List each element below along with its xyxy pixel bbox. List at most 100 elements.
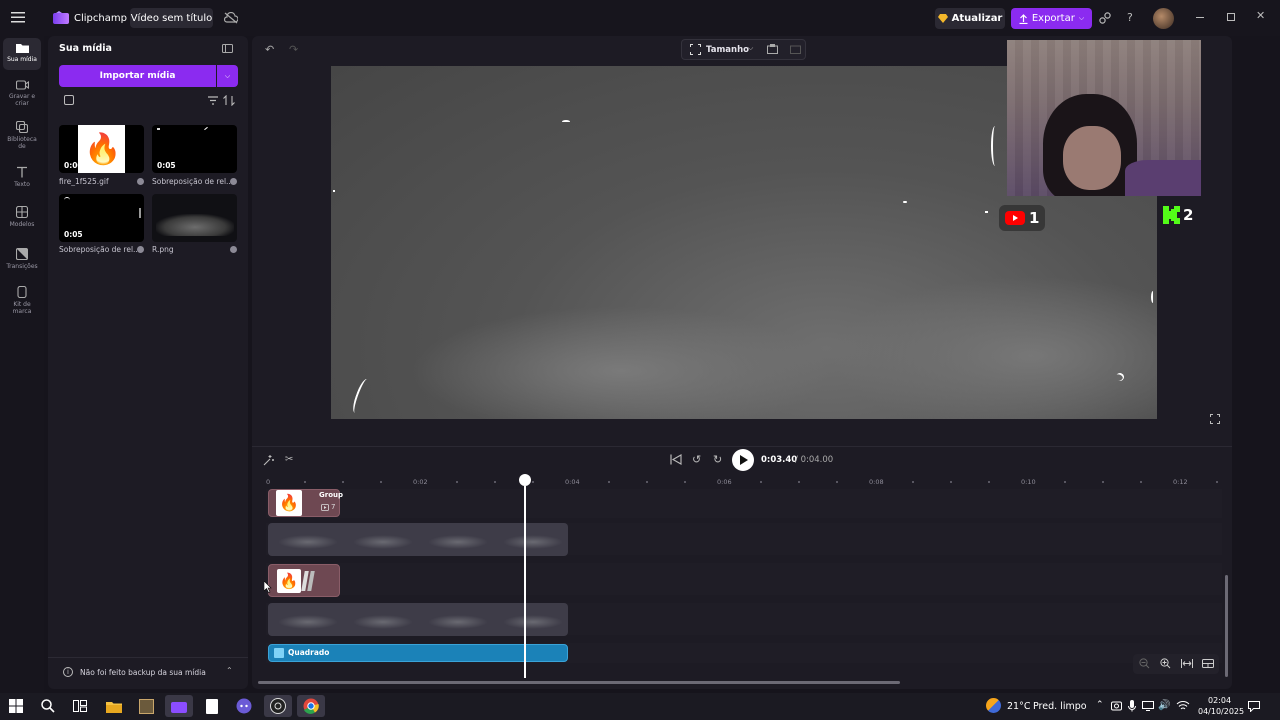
rail-label: Gravar e criar bbox=[8, 93, 36, 107]
ember-particle bbox=[991, 126, 999, 166]
media-item-thumbnail[interactable]: 0:05 bbox=[152, 125, 237, 173]
select-all-checkbox[interactable] bbox=[64, 95, 74, 105]
task-view-icon[interactable] bbox=[68, 695, 92, 717]
chevron-up-icon[interactable]: ⌃ bbox=[226, 666, 233, 675]
notepad-icon[interactable] bbox=[200, 695, 224, 717]
game-app-icon[interactable] bbox=[134, 695, 158, 717]
crop-icon[interactable] bbox=[767, 44, 778, 54]
split-scissors-icon[interactable]: ✂ bbox=[285, 454, 293, 465]
rail-item-text[interactable]: Texto bbox=[2, 166, 42, 188]
fullscreen-icon[interactable] bbox=[1210, 414, 1220, 424]
rail-label: Sua mídia bbox=[7, 56, 37, 63]
check-icon bbox=[137, 246, 144, 253]
media-item-thumbnail[interactable]: 🔥 0:00 bbox=[59, 125, 144, 173]
hamburger-menu-icon[interactable] bbox=[11, 12, 25, 23]
fill-icon[interactable] bbox=[790, 44, 801, 54]
rail-item-templates[interactable]: Modelos bbox=[2, 206, 42, 228]
weather-temp[interactable]: 21°C bbox=[1007, 701, 1030, 712]
rail-item-record-create[interactable]: Gravar e criar bbox=[2, 80, 42, 107]
skip-to-start-icon[interactable] bbox=[670, 454, 682, 465]
import-options-chevron-icon[interactable]: ⌵ bbox=[217, 65, 238, 87]
ruler-tick-label: 0:12 bbox=[1173, 478, 1188, 486]
filter-icon[interactable] bbox=[208, 96, 218, 105]
rewind-5-icon[interactable]: ↺ bbox=[692, 453, 701, 466]
horizontal-scrollbar[interactable] bbox=[258, 681, 900, 684]
clipchamp-taskbar-icon[interactable] bbox=[165, 695, 193, 717]
group-label: Group bbox=[319, 491, 344, 499]
rail-item-content-library[interactable]: Biblioteca de conteúdo bbox=[2, 121, 42, 150]
title-bar: Clipchamp Vídeo sem título Atualizar Exp… bbox=[0, 0, 1280, 36]
playhead-handle[interactable] bbox=[519, 474, 531, 486]
redo-icon[interactable]: ↷ bbox=[289, 43, 298, 56]
clock-time[interactable]: 02:04 bbox=[1208, 696, 1231, 705]
clock-date[interactable]: 04/10/2025 bbox=[1198, 707, 1244, 716]
cloud-off-icon[interactable] bbox=[224, 12, 238, 24]
folder-icon bbox=[15, 44, 29, 53]
rail-item-transitions[interactable]: Transições bbox=[2, 248, 42, 270]
share-link-icon[interactable] bbox=[1099, 12, 1111, 24]
display-icon[interactable] bbox=[1142, 701, 1154, 711]
maximize-icon[interactable] bbox=[1227, 13, 1235, 21]
media-item-thumbnail[interactable] bbox=[152, 194, 237, 242]
app-name: Clipchamp bbox=[74, 13, 127, 24]
notification-icon[interactable] bbox=[1248, 701, 1260, 712]
size-chevron-down-icon[interactable]: ⌵ bbox=[748, 44, 753, 53]
rail-item-brand-kit[interactable]: Kit de marca bbox=[2, 286, 42, 315]
file-explorer-icon[interactable] bbox=[102, 695, 126, 717]
cloud-clip[interactable] bbox=[268, 523, 568, 556]
avatar[interactable] bbox=[1153, 8, 1174, 29]
camera-tray-icon[interactable] bbox=[1111, 701, 1122, 711]
microphone-icon[interactable] bbox=[1128, 700, 1136, 712]
weather-description[interactable]: Pred. limpo bbox=[1033, 701, 1087, 712]
help-icon[interactable]: ? bbox=[1127, 11, 1133, 24]
timeline-track bbox=[266, 563, 1222, 595]
magic-icon[interactable] bbox=[263, 454, 275, 466]
size-label[interactable]: Tamanho bbox=[706, 45, 749, 55]
windows-start-icon[interactable] bbox=[4, 695, 28, 717]
collapse-panel-icon[interactable] bbox=[222, 44, 233, 53]
zoom-in-icon[interactable] bbox=[1160, 658, 1171, 669]
timeline-layout-icon[interactable] bbox=[1202, 659, 1214, 668]
chat-app-icon[interactable] bbox=[232, 695, 256, 717]
kick-counter: 2 bbox=[1163, 206, 1193, 224]
close-icon[interactable]: ✕ bbox=[1256, 9, 1265, 22]
playhead[interactable] bbox=[524, 486, 526, 678]
text-clip-label: Quadrado bbox=[288, 648, 330, 657]
fire-icon: 🔥 bbox=[84, 132, 122, 167]
obs-icon[interactable] bbox=[264, 695, 292, 717]
vertical-scrollbar[interactable] bbox=[1225, 575, 1228, 677]
chrome-icon[interactable] bbox=[297, 695, 325, 717]
sort-icon[interactable] bbox=[223, 95, 235, 106]
webcam-overlay[interactable] bbox=[1007, 40, 1201, 196]
weather-icon[interactable] bbox=[986, 698, 1001, 713]
tray-chevron-up-icon[interactable]: ⌃ bbox=[1096, 700, 1104, 710]
fit-timeline-icon[interactable] bbox=[1181, 659, 1193, 668]
upgrade-button[interactable]: Atualizar bbox=[935, 8, 1005, 29]
media-item-thumbnail[interactable]: 0:05 bbox=[59, 194, 144, 242]
play-button[interactable] bbox=[732, 449, 754, 471]
export-button[interactable]: Exportar ⌵ bbox=[1011, 8, 1092, 29]
forward-5-icon[interactable]: ↻ bbox=[713, 453, 722, 466]
group-clip[interactable]: 🔥 Group 7 bbox=[268, 489, 344, 517]
media-item-name: Sobreposição de rel... bbox=[152, 177, 230, 186]
undo-icon[interactable]: ↶ bbox=[265, 43, 274, 56]
search-icon[interactable] bbox=[36, 695, 60, 717]
transitions-icon bbox=[16, 248, 28, 260]
ruler-tick-label: 0:04 bbox=[565, 478, 580, 486]
fire-icon: 🔥 bbox=[276, 490, 302, 516]
zoom-out-icon[interactable] bbox=[1139, 658, 1150, 669]
cloud-clip[interactable] bbox=[268, 603, 568, 636]
ruler-tick-label: 0:08 bbox=[869, 478, 884, 486]
video-title-button[interactable]: Vídeo sem título bbox=[130, 8, 213, 28]
fire-clip[interactable]: 🔥 bbox=[268, 564, 340, 597]
network-icon[interactable] bbox=[1176, 700, 1190, 711]
rail-item-your-media[interactable]: Sua mídia bbox=[2, 42, 42, 63]
volume-icon[interactable]: 🔊 bbox=[1158, 700, 1170, 711]
minimize-icon[interactable] bbox=[1196, 17, 1204, 18]
ruler-tick-label: 0:10 bbox=[1021, 478, 1036, 486]
ruler-tick-label: 0:02 bbox=[413, 478, 428, 486]
text-clip[interactable]: Quadrado bbox=[268, 644, 568, 662]
import-media-button[interactable]: Importar mídia bbox=[59, 65, 216, 87]
media-panel-title: Sua mídia bbox=[59, 43, 112, 54]
resize-icon[interactable] bbox=[690, 44, 701, 55]
